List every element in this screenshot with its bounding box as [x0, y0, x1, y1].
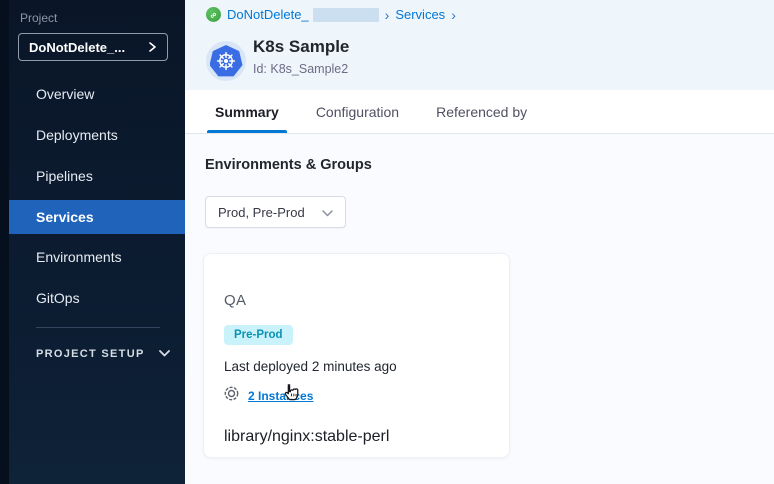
- project-selector-value: DoNotDelete_...: [29, 40, 148, 55]
- breadcrumb-project-text: DoNotDelete_: [227, 7, 309, 22]
- sidebar-item-gitops[interactable]: GitOps: [9, 281, 185, 315]
- last-deployed-text: Last deployed 2 minutes ago: [224, 359, 489, 374]
- sidebar-item-label: Pipelines: [36, 168, 93, 184]
- environment-card-qa: QA Pre-Prod Last deployed 2 minutes ago …: [203, 253, 510, 458]
- chevron-right-icon: [148, 40, 157, 55]
- project-selector[interactable]: DoNotDelete_...: [18, 33, 168, 61]
- instances-icon: [224, 386, 239, 406]
- chevron-down-icon: [159, 348, 170, 360]
- sidebar-item-environments[interactable]: Environments: [9, 240, 185, 274]
- tab-referenced-by[interactable]: Referenced by: [436, 90, 527, 133]
- sidebar-item-label: Services: [36, 209, 94, 225]
- project-green-icon: ∞: [206, 7, 221, 22]
- summary-content: Environments & Groups Prod, Pre-Prod QA …: [185, 135, 774, 484]
- env-type-badge: Pre-Prod: [224, 325, 293, 345]
- sidebar-item-label: Deployments: [36, 127, 118, 143]
- project-setup-toggle[interactable]: PROJECT SETUP: [36, 348, 170, 360]
- sidebar-rail: [0, 0, 9, 484]
- text-selection-highlight: [313, 8, 379, 22]
- sidebar: Project DoNotDelete_... Overview Deploym…: [0, 0, 185, 484]
- sidebar-item-services[interactable]: Services: [9, 200, 185, 234]
- breadcrumb-services-link[interactable]: Services: [395, 7, 445, 22]
- instances-link[interactable]: 2 Instances: [248, 389, 313, 403]
- breadcrumb-separator-icon: ›: [451, 8, 456, 22]
- tab-bar: Summary Configuration Referenced by: [185, 90, 774, 134]
- page-header: ∞ DoNotDelete_ › Services ›: [185, 0, 774, 90]
- breadcrumb-separator-icon: ›: [385, 8, 390, 22]
- project-setup-label: PROJECT SETUP: [36, 348, 145, 360]
- sidebar-divider: [36, 327, 160, 328]
- sidebar-item-pipelines[interactable]: Pipelines: [9, 159, 185, 193]
- project-label: Project: [20, 11, 57, 25]
- breadcrumb-project-link[interactable]: DoNotDelete_: [227, 7, 309, 22]
- environment-filter-value: Prod, Pre-Prod: [218, 205, 322, 220]
- environment-name: QA: [224, 292, 489, 309]
- instances-row: 2 Instances: [224, 386, 489, 406]
- sidebar-item-label: Environments: [36, 249, 122, 265]
- environment-filter-dropdown[interactable]: Prod, Pre-Prod: [205, 196, 346, 228]
- artifact-name: library/nginx:stable-perl: [224, 428, 489, 446]
- tab-configuration[interactable]: Configuration: [316, 90, 399, 133]
- sidebar-item-label: Overview: [36, 86, 94, 102]
- tab-summary[interactable]: Summary: [215, 90, 279, 133]
- kubernetes-icon: [210, 45, 243, 77]
- page-title: K8s Sample: [253, 37, 349, 57]
- service-id: Id: K8s_Sample2: [253, 62, 348, 76]
- sidebar-item-deployments[interactable]: Deployments: [9, 118, 185, 152]
- breadcrumb: ∞ DoNotDelete_ › Services ›: [206, 7, 456, 22]
- main-area: ∞ DoNotDelete_ › Services ›: [185, 0, 774, 484]
- chevron-down-icon: [322, 205, 333, 220]
- sidebar-item-overview[interactable]: Overview: [9, 77, 185, 111]
- section-title: Environments & Groups: [205, 157, 372, 173]
- sidebar-item-label: GitOps: [36, 290, 80, 306]
- service-icon-circle: [206, 41, 246, 81]
